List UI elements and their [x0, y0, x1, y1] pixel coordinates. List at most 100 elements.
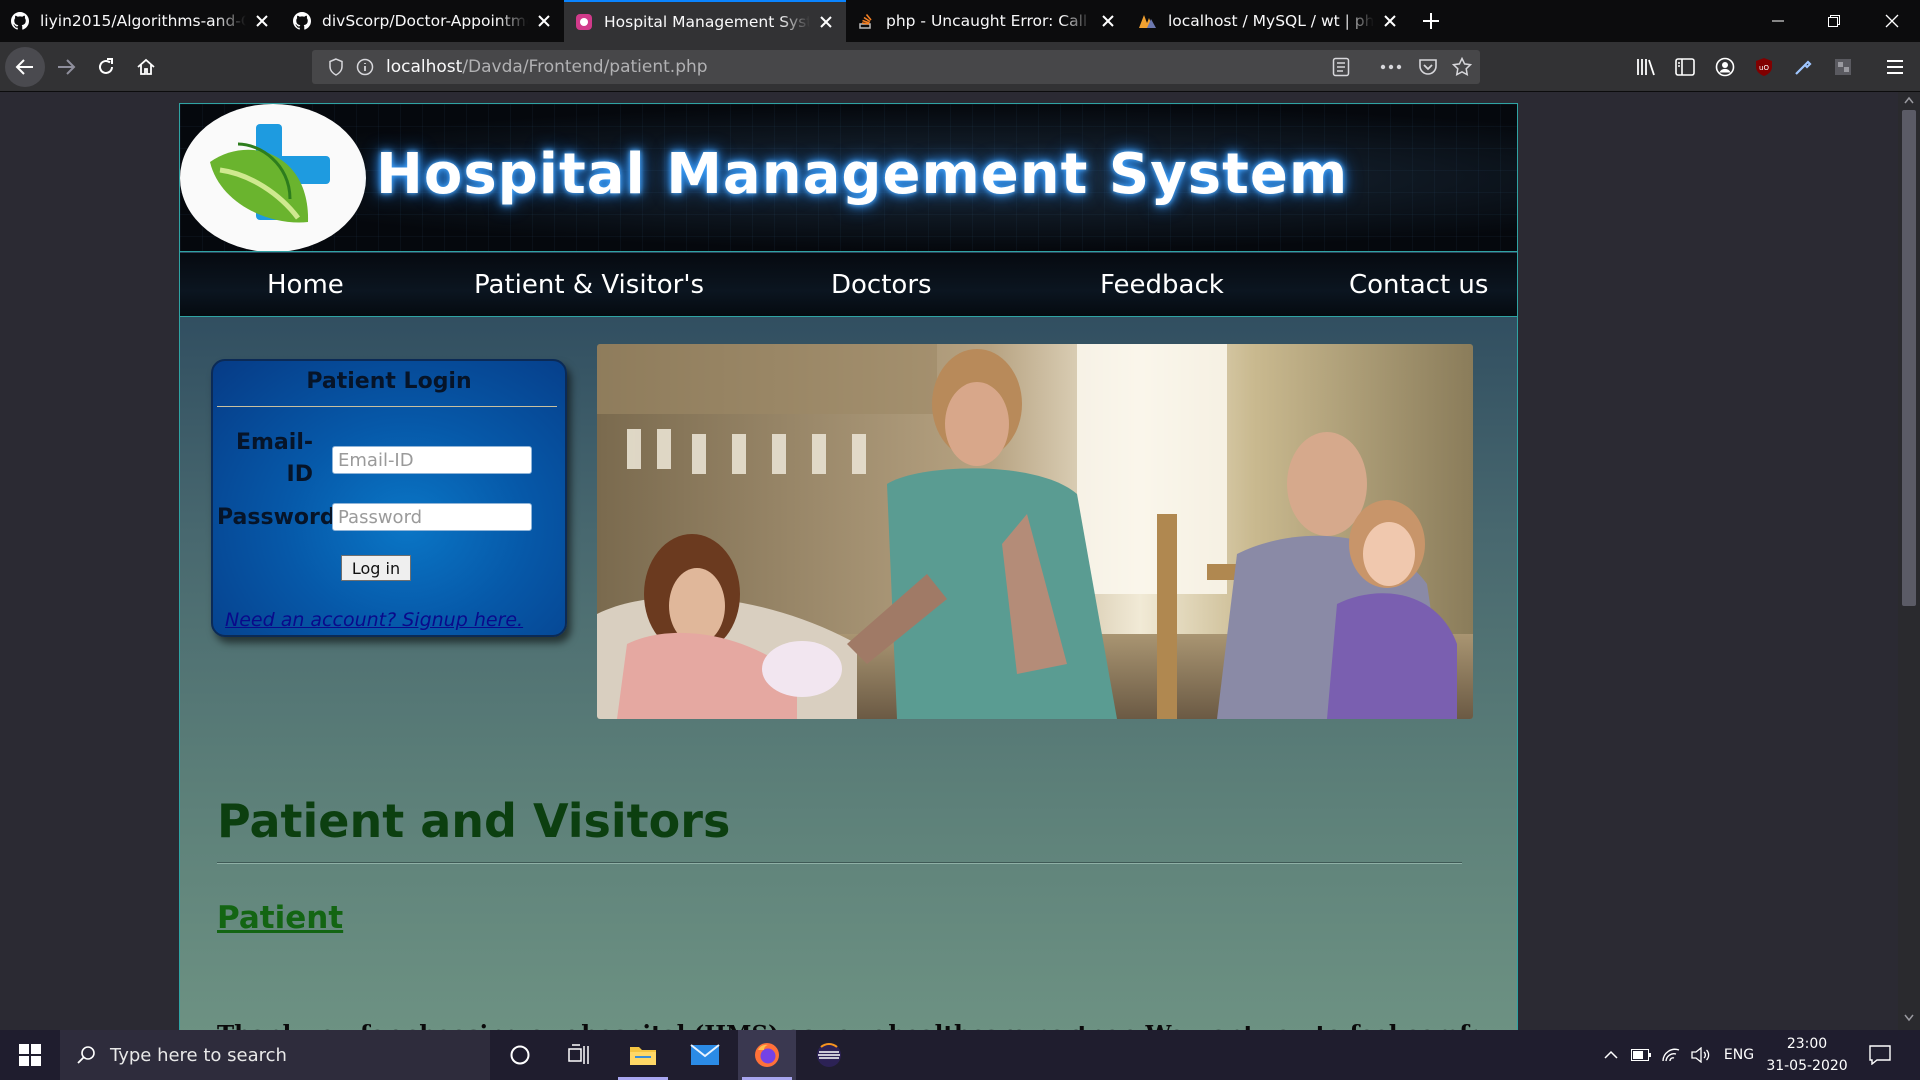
scrollbar-thumb[interactable]: [1902, 110, 1916, 606]
eclipse-icon: [817, 1043, 841, 1067]
battery-tray[interactable]: [1628, 1030, 1654, 1080]
windows-logo-icon: [19, 1044, 41, 1066]
menu-button[interactable]: [1878, 50, 1912, 84]
tab-title: localhost / MySQL / wt | phpMyAdmin: [1168, 12, 1374, 30]
patient-subheading-link[interactable]: Patient: [217, 900, 343, 936]
task-view-button[interactable]: [551, 1030, 609, 1080]
library-icon: [1637, 59, 1655, 76]
heading-divider: [217, 862, 1462, 864]
mail-button[interactable]: [676, 1030, 734, 1080]
site-title: Hospital Management System: [376, 142, 1349, 207]
nav-contact-us[interactable]: Contact us: [1349, 270, 1488, 300]
reader-view-icon[interactable]: [1332, 57, 1350, 77]
show-hidden-icons-button[interactable]: [1598, 1030, 1624, 1080]
back-button[interactable]: [5, 47, 45, 87]
account-button[interactable]: [1708, 50, 1742, 84]
eclipse-button[interactable]: [800, 1030, 858, 1080]
browser-tab-4[interactable]: php - Uncaught Error: Call to undefined: [846, 0, 1128, 42]
windows-taskbar: Type here to search ENG 23:00 31-05-2020: [0, 1030, 1920, 1080]
clock-date: 31-05-2020: [1766, 1058, 1848, 1074]
forward-arrow-icon: [58, 59, 76, 75]
login-button[interactable]: Log in: [341, 555, 411, 581]
battery-icon: [1631, 1049, 1651, 1061]
back-arrow-icon: [15, 59, 33, 75]
plus-icon: [1423, 13, 1439, 29]
info-icon[interactable]: [356, 58, 374, 76]
github-icon: [10, 11, 30, 31]
notification-icon: [1869, 1045, 1891, 1065]
browser-tab-3[interactable]: Hospital Management System: [564, 0, 846, 42]
reload-button[interactable]: [89, 50, 123, 84]
pocket-icon[interactable]: [1418, 58, 1438, 76]
ublock-icon: uO: [1756, 58, 1772, 76]
file-explorer-button[interactable]: [614, 1030, 672, 1080]
sidebar-button[interactable]: [1668, 50, 1702, 84]
url-bar[interactable]: localhost/Davda/Frontend/patient.php: [312, 50, 1480, 84]
language-indicator[interactable]: ENG: [1718, 1030, 1760, 1080]
browser-tab-1[interactable]: liyin2015/Algorithms-and-Coding: [0, 0, 282, 42]
hamburger-icon: [1887, 60, 1903, 74]
signup-link[interactable]: Need an account? Signup here.: [225, 609, 523, 631]
minimize-button[interactable]: [1750, 0, 1806, 42]
library-button[interactable]: [1630, 50, 1664, 84]
tab-strip: liyin2015/Algorithms-and-Coding divScorp…: [0, 0, 1920, 42]
password-input[interactable]: [332, 503, 532, 531]
hospital-photo: [597, 344, 1473, 719]
login-divider: [217, 406, 557, 407]
cortana-button[interactable]: [491, 1030, 549, 1080]
nav-feedback[interactable]: Feedback: [1100, 270, 1224, 300]
browser-tab-2[interactable]: divScorp/Doctor-Appointment: [282, 0, 564, 42]
color-picker-button[interactable]: [1786, 50, 1820, 84]
svg-text:uO: uO: [1759, 64, 1769, 72]
page-heading: Patient and Visitors: [217, 794, 731, 848]
password-label: Password: [217, 505, 336, 530]
ublock-button[interactable]: uO: [1747, 50, 1781, 84]
site-container: Hospital Management System Home Patient …: [179, 103, 1518, 1030]
url-host: localhost: [386, 57, 463, 77]
email-label: Email- ID: [235, 430, 313, 487]
home-icon: [137, 58, 155, 75]
close-tab-icon[interactable]: [1098, 11, 1118, 31]
cortana-icon: [510, 1045, 530, 1065]
close-tab-icon[interactable]: [816, 12, 836, 32]
nav-patient-visitors[interactable]: Patient & Visitor's: [474, 270, 704, 300]
github-icon: [292, 11, 312, 31]
start-button[interactable]: [0, 1030, 60, 1080]
firefox-icon: [755, 1043, 779, 1067]
taskbar-search[interactable]: Type here to search: [60, 1030, 490, 1080]
url-text[interactable]: localhost/Davda/Frontend/patient.php: [386, 57, 708, 77]
volume-tray[interactable]: [1688, 1030, 1714, 1080]
scroll-up-icon[interactable]: [1904, 96, 1914, 104]
url-path: /Davda/Frontend/patient.php: [462, 57, 708, 77]
main-menu: Home Patient & Visitor's Doctors Feedbac…: [180, 253, 1517, 317]
action-center-button[interactable]: [1860, 1030, 1900, 1080]
close-tab-icon[interactable]: [534, 11, 554, 31]
extension-icon: [1835, 59, 1851, 75]
page-actions-icon[interactable]: [1380, 64, 1402, 70]
browser-tab-5[interactable]: localhost / MySQL / wt | phpMyAdmin: [1128, 0, 1410, 42]
close-window-button[interactable]: [1864, 0, 1920, 42]
page-scrollbar[interactable]: [1898, 92, 1920, 1030]
firefox-button[interactable]: [738, 1030, 796, 1080]
nav-doctors[interactable]: Doctors: [831, 270, 932, 300]
taskbar-clock[interactable]: 23:00 31-05-2020: [1764, 1030, 1850, 1080]
forward-button[interactable]: [49, 50, 83, 84]
patient-login-box: Patient Login Email- ID Password Log in …: [211, 359, 567, 637]
nav-home[interactable]: Home: [267, 270, 344, 300]
sidebar-icon: [1675, 58, 1695, 76]
network-tray[interactable]: [1658, 1030, 1684, 1080]
restore-button[interactable]: [1806, 0, 1862, 42]
home-button[interactable]: [129, 50, 163, 84]
new-tab-button[interactable]: [1410, 0, 1452, 42]
page-viewport: Hospital Management System Home Patient …: [0, 92, 1898, 1030]
email-input[interactable]: [332, 446, 532, 474]
close-tab-icon[interactable]: [1380, 11, 1400, 31]
tab-title: divScorp/Doctor-Appointment: [322, 12, 528, 30]
shield-icon[interactable]: [328, 58, 344, 76]
extension-button[interactable]: [1826, 50, 1860, 84]
scroll-down-icon[interactable]: [1904, 1014, 1914, 1022]
clock-time: 23:00: [1786, 1036, 1828, 1052]
folder-icon: [630, 1047, 656, 1065]
bookmark-star-icon[interactable]: [1452, 57, 1472, 77]
close-tab-icon[interactable]: [252, 11, 272, 31]
